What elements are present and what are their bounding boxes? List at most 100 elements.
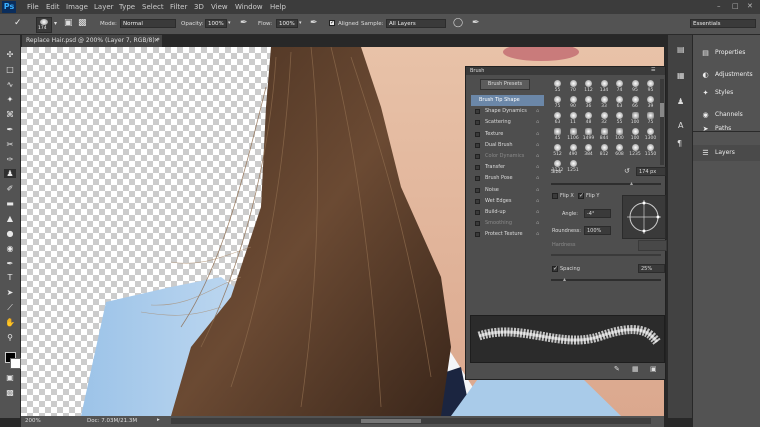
clone-stamp-tool-icon[interactable]: ♟ [4,169,16,178]
brush-projection-icon[interactable]: ▦ [632,365,639,373]
flip-x-checkbox[interactable] [552,193,558,199]
spacing-slider[interactable]: ▴ [551,276,661,283]
path-selection-tool-icon[interactable]: ➤ [4,288,16,297]
brush-option-checkbox[interactable] [475,165,480,171]
lock-icon[interactable]: ⌂ [536,142,541,148]
menu-3d[interactable]: 3D [194,3,204,11]
brush-tip-preset[interactable]: 36 [581,95,596,110]
brush-tip-preset[interactable]: 512 [550,143,565,158]
character-icon[interactable]: A [678,121,683,130]
brush-option-checkbox[interactable] [475,142,480,148]
brush-option-texture[interactable]: Texture ⌂ [471,129,544,140]
brush-tip-preset[interactable]: 90 [566,95,581,110]
quick-selection-tool-icon[interactable]: ✦ [4,95,16,104]
brush-option-checkbox[interactable] [475,232,480,238]
toggle-live-tip-icon[interactable]: ✎ [614,365,620,373]
brush-tab[interactable]: Brush [470,68,484,74]
angle-input[interactable]: -4° [584,209,611,218]
brush-tip-preset[interactable]: 33 [597,95,612,110]
reset-size-icon[interactable]: ↺ [624,167,630,175]
lasso-tool-icon[interactable]: ∿ [4,80,16,89]
brush-presets-button[interactable]: Brush Presets [480,79,530,90]
brush-tip-preset[interactable]: 384 [581,143,596,158]
brush-tip-preset[interactable]: 1300 [643,127,658,142]
lock-icon[interactable]: ⌂ [536,198,541,204]
brush-option-build-up[interactable]: Build-up ⌂ [471,207,544,218]
brush-tip-preset[interactable]: 95 [643,79,658,94]
aligned-checkbox[interactable]: ✓ [329,19,335,26]
maximize-icon[interactable]: □ [732,2,739,10]
horizontal-scrollbar[interactable] [171,418,651,424]
blur-tool-icon[interactable]: ● [4,229,16,238]
flow-dropdown-icon[interactable]: ▾ [299,20,302,26]
lock-icon[interactable]: ⌂ [536,176,541,181]
adjustments-panel-tab[interactable]: ◐ Adjustments [693,67,760,83]
lock-icon[interactable]: ⌂ [536,109,541,114]
brush-option-brush-pose[interactable]: Brush Pose ⌂ [471,173,544,184]
airbrush-icon[interactable]: ✒ [310,18,318,28]
brush-option-checkbox[interactable] [475,154,480,159]
close-icon[interactable]: ✕ [747,2,753,10]
menu-select[interactable]: Select [142,3,164,11]
chevron-down-icon[interactable]: ▾ [54,20,57,27]
eraser-tool-icon[interactable]: ▬ [4,199,16,208]
opacity-input[interactable]: 100% [205,19,227,28]
brush-tip-preset[interactable]: 74 [612,79,627,94]
brush-tip-preset[interactable]: 11 [566,111,581,126]
lock-icon[interactable]: ⌂ [536,165,541,170]
brush-tip-preset[interactable]: 1150 [643,143,658,158]
line-tool-icon[interactable]: ⟋ [4,303,16,312]
brush-tip-preset[interactable]: 32 [597,111,612,126]
brush-tip-preset[interactable]: 63 [550,111,565,126]
brush-tip-preset[interactable]: 70 [566,79,581,94]
close-tab-icon[interactable]: ✕ [154,35,159,47]
brush-tip-preset[interactable]: 45 [550,127,565,142]
eyedropper-tool-icon[interactable]: ✒ [4,125,16,134]
brush-tip-preset[interactable]: 66 [628,95,643,110]
brush-tip-preset[interactable]: 1251 [566,159,581,174]
scrollbar-thumb[interactable] [361,419,421,423]
brush-option-color-dynamics[interactable]: Color Dynamics ⌂ [471,151,544,162]
menu-window[interactable]: Window [235,3,263,11]
spacing-checkbox[interactable]: ✓ [552,265,558,272]
menu-view[interactable]: View [211,3,228,11]
lock-icon[interactable]: ⌂ [536,131,541,137]
brush-option-checkbox[interactable] [475,210,480,215]
size-slider-thumb[interactable]: ▴ [630,180,633,187]
hand-tool-icon[interactable]: ✋ [4,318,16,327]
brush-tip-preset[interactable]: 112 [581,79,596,94]
brush-tip-preset[interactable]: 100 [628,111,643,126]
brush-option-checkbox[interactable] [475,131,480,137]
brush-option-wet-edges[interactable]: Wet Edges ⌂ [471,196,544,207]
lock-icon[interactable]: ⌂ [536,221,541,226]
flow-input[interactable]: 100% [276,19,298,28]
menu-file[interactable]: File [27,3,39,11]
brush-option-checkbox[interactable] [475,221,480,227]
brush-panel-icon[interactable]: ▦ [677,71,685,80]
background-color-swatch[interactable] [10,358,21,369]
menu-edit[interactable]: Edit [46,3,60,11]
clone-source-icon[interactable]: ▩ [78,18,87,28]
lock-icon[interactable]: ⌂ [536,232,541,237]
move-tool-icon[interactable]: ✣ [4,50,16,59]
layers-panel-tab[interactable]: ☰ Layers [693,145,760,161]
zoom-level[interactable]: 200% [25,418,41,424]
brush-tip-preset[interactable]: 63 [612,95,627,110]
minimize-icon[interactable]: – [717,2,721,10]
brush-tip-preset[interactable]: 100 [628,127,643,142]
type-tool-icon[interactable]: T [4,273,16,282]
pressure-opacity-icon[interactable]: ✒ [240,18,248,28]
brush-tip-preset[interactable]: 75 [643,111,658,126]
angle-roundness-widget[interactable] [622,195,666,239]
brush-tool-icon[interactable]: ✑ [4,155,16,164]
brush-panel-header[interactable]: Brush ☰ [466,67,665,75]
history-icon[interactable]: ▤ [677,45,685,54]
brush-tip-preset[interactable]: 55 [612,111,627,126]
clone-stamp-tool-icon[interactable]: ✓ [14,18,22,28]
brush-option-shape-dynamics[interactable]: Shape Dynamics ⌂ [471,106,544,117]
brush-option-scattering[interactable]: Scattering ⌂ [471,117,544,128]
brush-preset-picker[interactable]: 174 [36,17,52,33]
lock-icon[interactable]: ⌂ [536,120,541,125]
history-brush-tool-icon[interactable]: ✐ [4,184,16,193]
brush-tip-preset[interactable]: 1235 [628,143,643,158]
